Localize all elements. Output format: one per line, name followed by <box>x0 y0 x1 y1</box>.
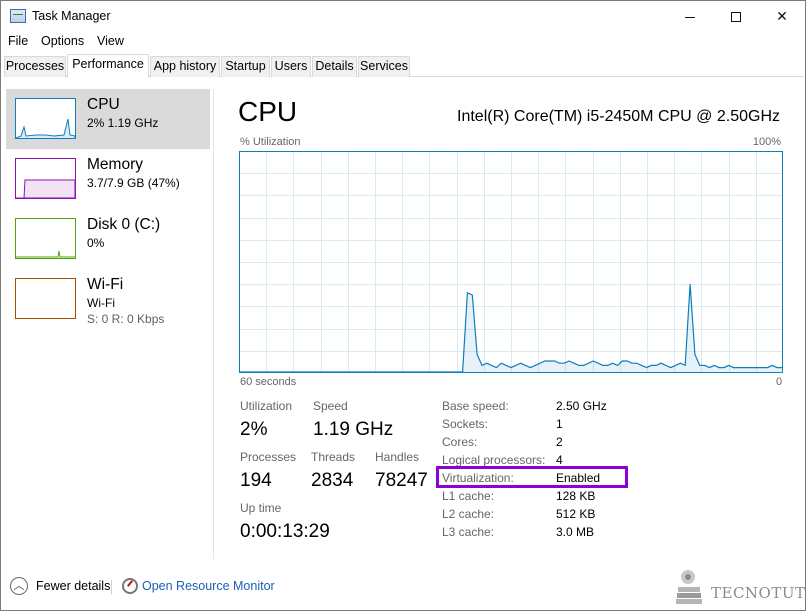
spec-value: 1 <box>556 417 563 431</box>
watermark: TECNOTUTO <box>673 567 806 607</box>
resource-cpu-sub: 2% 1.19 GHz <box>87 116 159 130</box>
utilization-label: Utilization <box>240 399 293 413</box>
title-bar[interactable]: Task Manager ✕ <box>1 1 805 31</box>
cpu-utilization-chart[interactable] <box>239 151 783 373</box>
close-icon: ✕ <box>776 8 788 24</box>
spec-value: 3.0 MB <box>556 525 595 539</box>
window-title: Task Manager <box>32 9 111 23</box>
spec-value: 512 KB <box>556 507 596 521</box>
threads-value: 2834 <box>311 470 354 491</box>
chevron-up-icon[interactable]: ︿ <box>10 577 28 595</box>
memory-thumbnail <box>15 158 76 199</box>
cpu-model: Intel(R) Core(TM) i5-2450M CPU @ 2.50GHz <box>457 108 780 125</box>
chart-x-right: 0 <box>776 376 783 388</box>
tab-bar: Processes Performance App history Startu… <box>4 54 804 78</box>
speed-label: Speed <box>313 399 348 413</box>
maximize-button[interactable] <box>713 1 759 31</box>
spec-label: Logical processors: <box>442 453 546 467</box>
spec-value: 128 KB <box>556 489 596 503</box>
spec-value: 4 <box>556 453 563 467</box>
cpu-thumbnail <box>15 98 76 139</box>
menu-view[interactable]: View <box>97 34 124 48</box>
threads-label: Threads <box>311 450 356 464</box>
wifi-thumbnail <box>15 278 76 319</box>
spec-label: L1 cache: <box>442 489 495 503</box>
menu-options[interactable]: Options <box>41 34 84 48</box>
open-resource-monitor-link[interactable]: Open Resource Monitor <box>142 579 275 593</box>
uptime-value: 0:00:13:29 <box>240 521 330 542</box>
tab-users[interactable]: Users <box>271 56 311 77</box>
resource-memory-name: Memory <box>87 156 143 173</box>
resource-wifi-name: Wi-Fi <box>87 276 124 293</box>
tab-services[interactable]: Services <box>358 56 410 77</box>
watermark-logo-icon <box>676 570 702 604</box>
handles-value: 78247 <box>375 470 428 491</box>
resource-memory-sub: 3.7/7.9 GB (47%) <box>87 176 180 190</box>
tab-details[interactable]: Details <box>312 56 357 77</box>
chart-x-left: 60 seconds <box>240 376 297 388</box>
resource-wifi-sub: Wi-Fi <box>87 296 115 310</box>
spec-value: 2.50 GHz <box>556 399 607 413</box>
minimize-button[interactable] <box>667 1 713 31</box>
minimize-icon <box>685 16 695 18</box>
close-button[interactable]: ✕ <box>759 1 805 31</box>
resource-cpu-name: CPU <box>87 96 120 113</box>
watermark-text: TECNOTUTO <box>711 584 806 602</box>
chart-y-label: % Utilization <box>240 136 301 148</box>
handles-label: Handles <box>375 450 420 464</box>
processes-label: Processes <box>240 450 297 464</box>
virtualization-highlight <box>436 466 628 488</box>
tab-app-history[interactable]: App history <box>150 56 220 77</box>
resource-cpu[interactable]: CPU 2% 1.19 GHz <box>6 89 210 149</box>
menu-file[interactable]: File <box>8 34 28 48</box>
tab-processes[interactable]: Processes <box>4 56 66 77</box>
processes-value: 194 <box>240 470 272 491</box>
spec-label: Base speed: <box>442 399 509 413</box>
fewer-details-link[interactable]: Fewer details <box>36 579 110 593</box>
resource-wifi[interactable]: Wi-Fi Wi-Fi S: 0 R: 0 Kbps <box>6 269 210 329</box>
spec-label: Cores: <box>442 435 478 449</box>
resource-monitor-icon[interactable] <box>122 578 138 594</box>
resource-disk-sub: 0% <box>87 236 105 250</box>
speed-value: 1.19 GHz <box>313 419 394 440</box>
spec-label: Sockets: <box>442 417 489 431</box>
separator <box>111 580 112 594</box>
spec-value: 2 <box>556 435 563 449</box>
uptime-label: Up time <box>240 501 282 515</box>
resource-memory[interactable]: Memory 3.7/7.9 GB (47%) <box>6 149 210 209</box>
pane-divider[interactable] <box>213 89 214 559</box>
spec-label: L2 cache: <box>442 507 495 521</box>
task-manager-window: Task Manager ✕ File Options View Process… <box>0 0 806 611</box>
maximize-icon <box>731 12 741 23</box>
disk-thumbnail <box>15 218 76 259</box>
utilization-value: 2% <box>240 419 268 440</box>
tab-performance[interactable]: Performance <box>67 54 149 78</box>
page-title: CPU <box>238 96 298 127</box>
resource-disk-name: Disk 0 (C:) <box>87 216 161 233</box>
spec-label: L3 cache: <box>442 525 495 539</box>
tab-startup[interactable]: Startup <box>221 56 270 77</box>
resource-wifi-rate: S: 0 R: 0 Kbps <box>87 312 165 326</box>
resource-disk[interactable]: Disk 0 (C:) 0% <box>6 209 210 269</box>
task-manager-icon <box>10 9 26 23</box>
chart-y-max: 100% <box>752 136 781 148</box>
